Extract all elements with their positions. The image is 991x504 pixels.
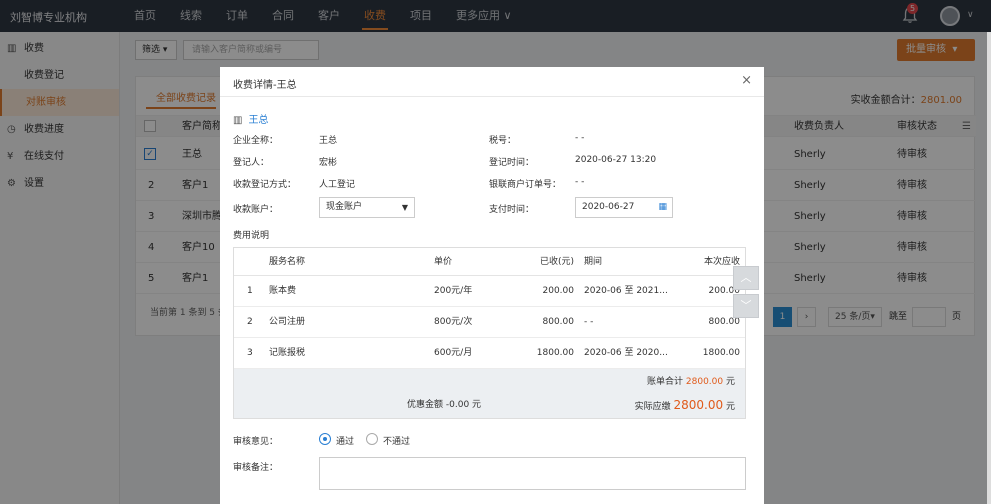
dialog-title: 收费详情-王总 (233, 80, 297, 91)
discount: 优惠金额 -0.00 元 (407, 396, 481, 414)
registrar-value: 宏彬 (319, 158, 338, 168)
fee-row-price: 800元/次 (434, 317, 473, 327)
fee-row-period: 2020-06 至 2020... (584, 348, 668, 358)
fee-summary: 账单合计 2800.00 元 优惠金额 -0.00 元 实际应缴 2800.00… (234, 369, 745, 418)
account-select[interactable]: 现金账户 ▼ (319, 197, 415, 218)
fee-row-no: 2 (247, 317, 253, 327)
fee-row-due: 800.00 (708, 317, 741, 327)
discount-label: 优惠金额 (407, 400, 444, 410)
section-title-text: 王总 (248, 115, 269, 126)
section-title: ▥ 王总 (233, 111, 268, 126)
pay-time-value: 2020-06-27 (582, 202, 635, 212)
bill-total-label: 账单合计 (647, 377, 684, 387)
fee-row-no: 1 (247, 286, 253, 296)
fee-row-due: 200.00 (708, 286, 741, 296)
fee-row: 1 账本费 200元/年 200.00 2020-06 至 2021... 20… (234, 276, 745, 307)
fee-row-received: 800.00 (542, 317, 575, 327)
fee-row-no: 3 (247, 348, 253, 358)
actual-due: 实际应缴 2800.00 元 (635, 396, 735, 416)
actual-due-value: 2800.00 (673, 398, 724, 412)
register-time-label: 登记时间： (489, 158, 535, 168)
review-remark-textarea[interactable] (319, 457, 746, 490)
fee-description-label: 费用说明 (233, 231, 270, 241)
col-due: 本次应收 (703, 257, 740, 267)
col-service-name: 服务名称 (269, 257, 306, 267)
actual-due-label: 实际应缴 (634, 402, 671, 412)
fee-row-received: 200.00 (542, 286, 575, 296)
account-label: 收款账户： (233, 205, 279, 215)
pass-radio[interactable] (319, 433, 331, 445)
fee-row-period: - - (584, 317, 594, 327)
review-remark-label: 审核备注： (233, 463, 279, 473)
fail-radio[interactable] (366, 433, 378, 445)
fee-table-header: 服务名称 单价 已收(元) 期间 本次应收 (234, 248, 745, 276)
dialog-header: 收费详情-王总 × (220, 67, 764, 97)
fee-detail-dialog: 收费详情-王总 × ▥ 王总 企业全称： 王总 税号： - - 登记人： 宏彬 登… (220, 67, 764, 504)
register-method-value: 人工登记 (319, 180, 356, 190)
register-time-value: 2020-06-27 13:20 (575, 155, 657, 165)
actual-due-unit: 元 (725, 402, 735, 412)
fee-row-received: 1800.00 (536, 348, 574, 358)
fee-row-price: 200元/年 (434, 286, 473, 296)
col-period: 期间 (584, 257, 603, 267)
tax-label: 税号： (489, 136, 517, 146)
fee-row-name: 记账报税 (269, 348, 306, 358)
close-icon[interactable]: × (741, 74, 752, 88)
col-unit-price: 单价 (434, 257, 453, 267)
scroll-up-icon[interactable]: ︿ (733, 266, 759, 290)
fee-row-due: 1800.00 (702, 348, 740, 358)
pay-time-date-picker[interactable]: 2020-06-27 ▦ (575, 197, 673, 218)
fee-row-price: 600元/月 (434, 348, 473, 358)
fee-row: 3 记账报税 600元/月 1800.00 2020-06 至 2020... … (234, 338, 745, 369)
fee-row-period: 2020-06 至 2021... (584, 286, 668, 296)
account-value: 现金账户 (326, 202, 363, 212)
fee-row: 2 公司注册 800元/次 800.00 - - 800.00 (234, 307, 745, 338)
fee-row-name: 公司注册 (269, 317, 306, 327)
scroll-down-icon[interactable]: ﹀ (733, 294, 759, 318)
register-method-label: 收款登记方式： (233, 180, 297, 190)
company-label: 企业全称： (233, 136, 279, 146)
unionpay-order-label: 银联商户订单号： (489, 180, 562, 190)
pay-time-label: 支付时间： (489, 205, 535, 215)
fee-row-name: 账本费 (269, 286, 297, 296)
registrar-label: 登记人： (233, 158, 270, 168)
discount-value: -0.00 元 (445, 400, 482, 410)
bill-total-value: 2800.00 (685, 377, 724, 387)
caret-down-icon: ▼ (401, 203, 408, 212)
tax-value: - - (575, 133, 585, 143)
scrollbar[interactable] (987, 32, 991, 504)
building-icon: ▥ (233, 115, 243, 126)
unionpay-order-value: - - (575, 177, 585, 187)
company-value: 王总 (319, 136, 338, 146)
col-received: 已收(元) (539, 257, 574, 267)
bill-total: 账单合计 2800.00 元 (647, 373, 735, 391)
fail-label[interactable]: 不通过 (383, 434, 410, 447)
fee-table: 服务名称 单价 已收(元) 期间 本次应收 1 账本费 200元/年 200.0… (233, 247, 746, 419)
pass-label[interactable]: 通过 (336, 434, 354, 447)
review-opinion-label: 审核意见： (233, 437, 279, 447)
bill-total-unit: 元 (725, 377, 735, 387)
calendar-icon: ▦ (658, 202, 667, 212)
